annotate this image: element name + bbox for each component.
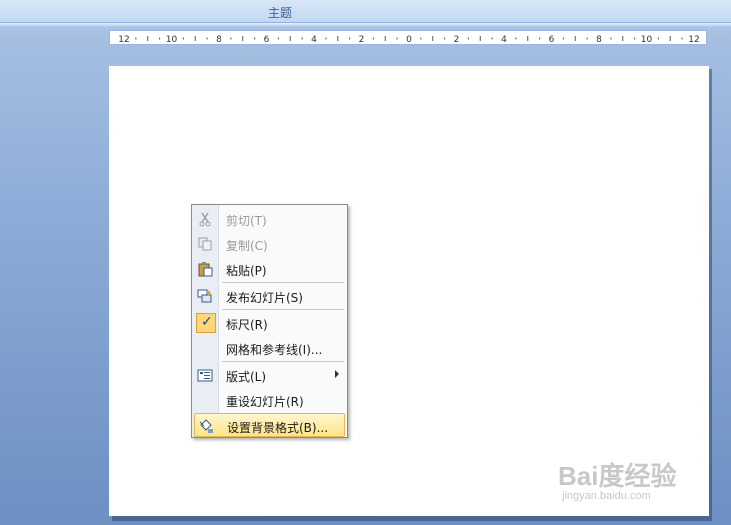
scissors-icon	[197, 211, 213, 227]
copy-icon	[197, 236, 213, 252]
ruler-label: 10	[641, 35, 653, 45]
horizontal-ruler[interactable]: 12 10 8 6 4 2 0 2 4 6 8 10 12	[109, 30, 707, 45]
ruler-label: 6	[549, 35, 555, 45]
ruler-label: 12	[118, 35, 129, 45]
paint-bucket-icon	[198, 418, 214, 434]
menu-item-label: 重设幻灯片(R)	[226, 395, 304, 409]
ribbon-group-label: 主题	[267, 6, 292, 20]
paste-icon	[197, 261, 213, 277]
menu-item-label: 复制(C)	[226, 239, 268, 253]
menu-item-paste[interactable]: 粘贴(P)	[194, 257, 345, 281]
layout-icon	[197, 367, 213, 383]
menu-item-label: 版式(L)	[226, 370, 267, 384]
watermark-logo: Bai度经验	[558, 461, 677, 491]
watermark-url: jingyan.baidu.com	[562, 490, 651, 502]
ruler-label: 10	[166, 35, 178, 45]
menu-item-label: 剪切(T)	[226, 214, 267, 228]
watermark: Bai度经验 jingyan.baidu.com	[558, 456, 698, 506]
menu-item-label: 标尺(R)	[226, 318, 268, 332]
menu-item-label: 发布幻灯片(S)	[226, 291, 303, 305]
menu-item-reset-slide[interactable]: 重设幻灯片(R)	[194, 388, 345, 412]
ruler-label: 4	[501, 35, 507, 45]
context-menu: 剪切(T) 复制(C) 粘贴(P) 发布幻灯片(S) ✓ 标尺(R) 网格和参考…	[191, 204, 348, 438]
menu-item-label: 设置背景格式(B)...	[227, 421, 329, 435]
ruler-label: 2	[359, 35, 365, 45]
menu-separator	[222, 361, 344, 362]
menu-item-cut[interactable]: 剪切(T)	[194, 207, 345, 231]
ruler-label: 6	[264, 35, 270, 45]
submenu-arrow-icon	[335, 370, 339, 378]
menu-item-label: 粘贴(P)	[226, 264, 267, 278]
ribbon-shadow	[0, 23, 731, 27]
menu-item-copy[interactable]: 复制(C)	[194, 232, 345, 256]
ruler-label: 0	[406, 35, 412, 45]
checkmark-icon: ✓	[196, 313, 216, 333]
ribbon-group-strip: 主题	[0, 0, 731, 23]
ruler-scale: 12 10 8 6 4 2 0 2 4 6 8 10 12	[118, 35, 699, 45]
ruler-label: 4	[311, 35, 317, 45]
ruler-label: 8	[216, 35, 222, 45]
menu-item-format-background[interactable]: 设置背景格式(B)...	[194, 413, 345, 437]
menu-separator	[222, 282, 344, 283]
menu-item-layout[interactable]: 版式(L)	[194, 363, 345, 387]
publish-slides-icon	[197, 288, 213, 304]
menu-item-ruler[interactable]: ✓ 标尺(R)	[194, 311, 345, 335]
menu-item-publish-slides[interactable]: 发布幻灯片(S)	[194, 284, 345, 308]
ruler-label: 8	[596, 35, 602, 45]
ruler-label: 2	[454, 35, 460, 45]
menu-separator	[222, 309, 344, 310]
menu-item-grid-guides[interactable]: 网格和参考线(I)...	[194, 336, 345, 360]
ruler-label: 12	[688, 35, 699, 45]
menu-item-label: 网格和参考线(I)...	[226, 343, 323, 357]
